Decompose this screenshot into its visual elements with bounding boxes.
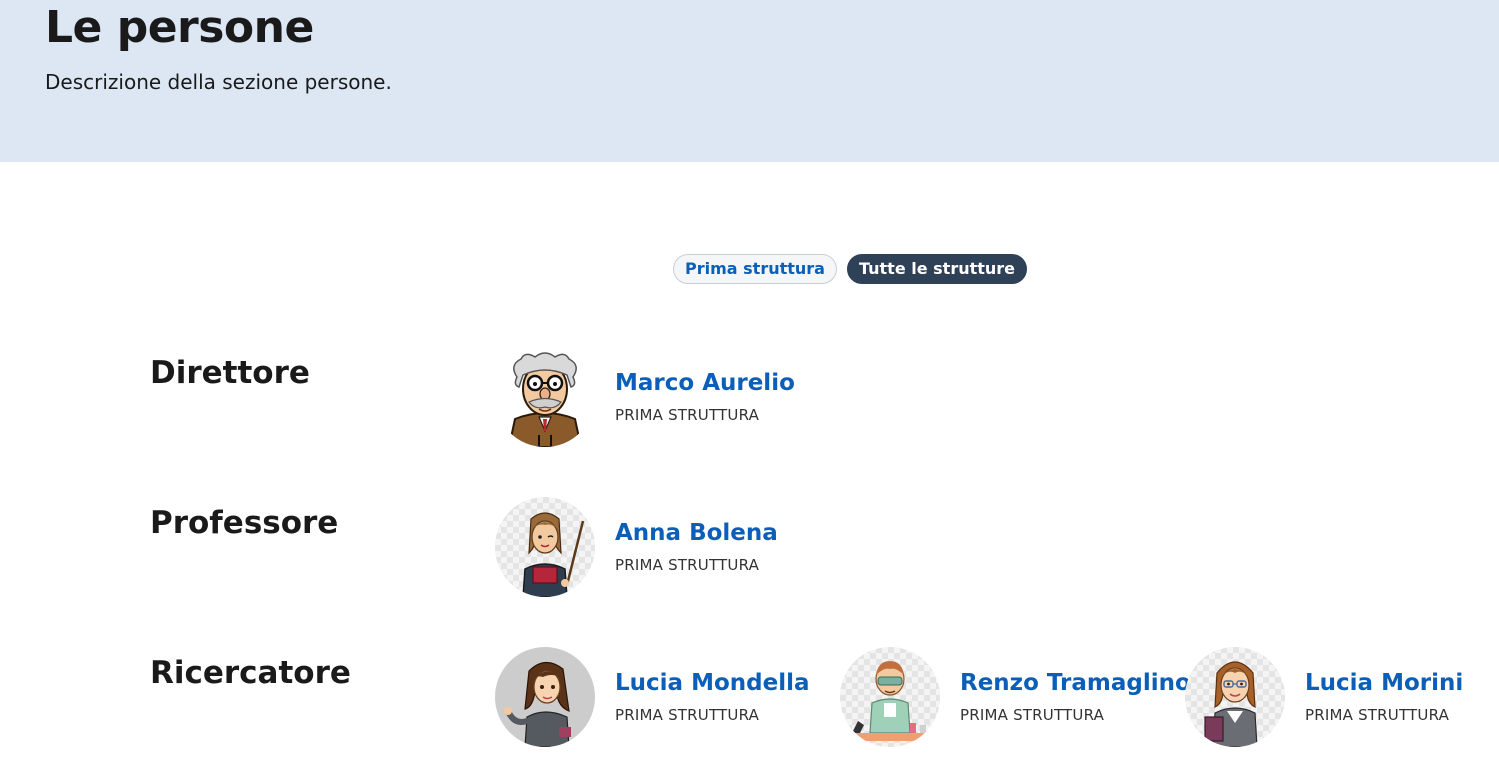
person-card[interactable]: Anna Bolena PRIMA STRUTTURA — [495, 497, 825, 597]
person-structure: PRIMA STRUTTURA — [615, 706, 760, 724]
person-name[interactable]: Anna Bolena — [615, 518, 778, 548]
person-structure: PRIMA STRUTTURA — [960, 706, 1105, 724]
person-card[interactable]: Renzo Tramaglino PRIMA STRUTTURA — [840, 647, 1191, 747]
woman-cartoon-icon[interactable] — [495, 647, 595, 747]
role-heading-direttore: Direttore — [150, 355, 310, 391]
role-heading-ricercatore: Ricercatore — [150, 655, 351, 691]
person-structure: PRIMA STRUTTURA — [1305, 706, 1450, 724]
person-structure: PRIMA STRUTTURA — [615, 556, 760, 574]
structure-filter: Prima struttura Tutte le strutture — [673, 254, 1028, 284]
filter-tutte-le-strutture[interactable]: Tutte le strutture — [846, 254, 1028, 284]
person-name[interactable]: Lucia Morini — [1305, 668, 1463, 698]
person-card[interactable]: Marco Aurelio PRIMA STRUTTURA — [495, 347, 825, 447]
scientist-cartoon-icon[interactable] — [840, 647, 940, 747]
professor-cartoon-icon[interactable] — [495, 347, 595, 447]
page-title: Le persone — [45, 2, 314, 53]
page-description: Descrizione della sezione persone. — [45, 70, 392, 94]
woman-with-glasses-cartoon-icon[interactable] — [1185, 647, 1285, 747]
filter-prima-struttura[interactable]: Prima struttura — [673, 254, 837, 284]
teacher-cartoon-icon[interactable] — [495, 497, 595, 597]
person-name[interactable]: Marco Aurelio — [615, 368, 795, 398]
role-heading-professore: Professore — [150, 505, 339, 541]
person-name[interactable]: Renzo Tramaglino — [960, 668, 1191, 698]
person-name[interactable]: Lucia Mondella — [615, 668, 810, 698]
page-header: Le persone Descrizione della sezione per… — [0, 0, 1499, 162]
person-card[interactable]: Lucia Mondella PRIMA STRUTTURA — [495, 647, 825, 747]
person-structure: PRIMA STRUTTURA — [615, 406, 760, 424]
person-card[interactable]: Lucia Morini PRIMA STRUTTURA — [1185, 647, 1499, 747]
